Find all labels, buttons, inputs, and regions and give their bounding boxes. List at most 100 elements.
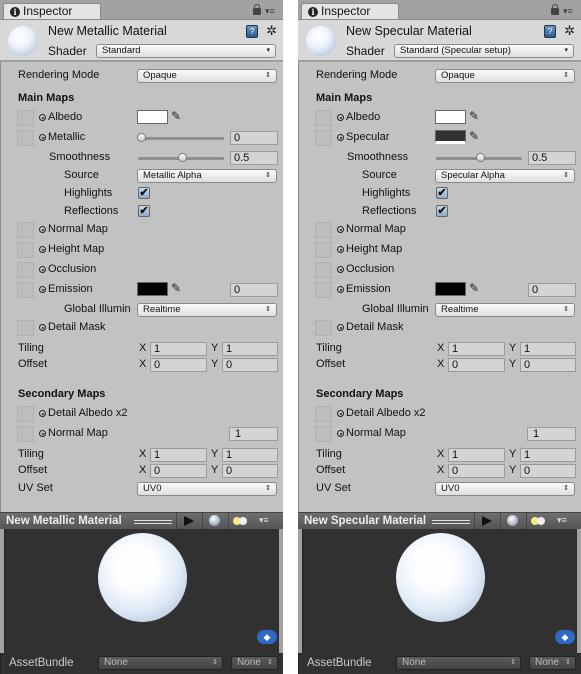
- detail-albedo-texture-slot[interactable]: [315, 406, 332, 422]
- eyedropper-icon[interactable]: ✎: [171, 109, 181, 123]
- tiling-y-field[interactable]: 1: [520, 342, 576, 356]
- asset-variant-dropdown[interactable]: None ⇕: [231, 656, 278, 670]
- object-picker-icon[interactable]: [39, 266, 46, 273]
- normal-map-texture-slot[interactable]: [17, 222, 34, 238]
- preview-resize-handle[interactable]: [432, 520, 470, 524]
- emission-value-field[interactable]: 0: [230, 283, 278, 297]
- reflections-checkbox[interactable]: ✔: [138, 205, 150, 217]
- rendering-mode-dropdown[interactable]: Opaque ⇕: [435, 69, 575, 83]
- tag-icon[interactable]: ◆: [555, 630, 575, 644]
- preview-menu-icon[interactable]: ▾≡: [557, 515, 567, 526]
- offset-y-field[interactable]: 0: [222, 358, 278, 372]
- preview-resize-handle[interactable]: [134, 520, 172, 524]
- offset-x-field[interactable]: 0: [150, 358, 207, 372]
- tiling-y-field[interactable]: 1: [222, 342, 278, 356]
- highlights-checkbox[interactable]: ✔: [138, 187, 150, 199]
- detail-albedo-texture-slot[interactable]: [17, 406, 34, 422]
- eyedropper-icon[interactable]: ✎: [469, 109, 479, 123]
- rendering-mode-dropdown[interactable]: Opaque ⇕: [137, 69, 277, 83]
- eyedropper-icon[interactable]: ✎: [469, 281, 479, 295]
- object-picker-icon[interactable]: [39, 430, 46, 437]
- object-picker-icon[interactable]: [337, 286, 344, 293]
- object-picker-icon[interactable]: [39, 226, 46, 233]
- play-button[interactable]: [176, 513, 200, 529]
- tab-inspector[interactable]: i Inspector: [301, 3, 399, 19]
- gear-icon[interactable]: ✲: [564, 23, 575, 39]
- reflections-checkbox[interactable]: ✔: [436, 205, 448, 217]
- albedo-color-swatch[interactable]: [435, 110, 466, 124]
- secondary-tiling-y-field[interactable]: 1: [520, 448, 576, 462]
- preview-light-button[interactable]: [526, 513, 550, 529]
- shader-dropdown[interactable]: Standard (Specular setup) ▾: [394, 44, 574, 58]
- asset-bundle-dropdown[interactable]: None ⇕: [396, 656, 521, 670]
- lock-icon[interactable]: [551, 4, 559, 15]
- smoothness-value-field[interactable]: 0.5: [230, 151, 278, 165]
- object-picker-icon[interactable]: [337, 246, 344, 253]
- albedo-texture-slot[interactable]: [315, 110, 332, 126]
- uv-set-dropdown[interactable]: UV0 ⇕: [137, 482, 277, 496]
- gear-icon[interactable]: ✲: [266, 23, 277, 39]
- secondary-offset-y-field[interactable]: 0: [520, 464, 576, 478]
- menu-icon[interactable]: ▾≡: [265, 6, 279, 16]
- eyedropper-icon[interactable]: ✎: [171, 281, 181, 295]
- object-picker-icon[interactable]: [39, 410, 46, 417]
- source-dropdown[interactable]: Metallic Alpha ⇕: [137, 169, 277, 183]
- object-picker-icon[interactable]: [39, 324, 46, 331]
- secondary-normal-texture-slot[interactable]: [17, 426, 34, 442]
- emission-value-field[interactable]: 0: [528, 283, 576, 297]
- object-picker-icon[interactable]: [337, 134, 344, 141]
- object-picker-icon[interactable]: [39, 114, 46, 121]
- metallic-slider-handle[interactable]: [137, 133, 146, 142]
- material-preview[interactable]: ◆: [4, 529, 279, 653]
- emission-color-swatch[interactable]: [137, 282, 168, 296]
- height-map-texture-slot[interactable]: [315, 242, 332, 258]
- asset-variant-dropdown[interactable]: None ⇕: [529, 656, 576, 670]
- tiling-x-field[interactable]: 1: [150, 342, 207, 356]
- secondary-normal-scale-field[interactable]: 1: [229, 427, 278, 441]
- emission-color-swatch[interactable]: [435, 282, 466, 296]
- detail-mask-texture-slot[interactable]: [17, 320, 34, 336]
- source-dropdown[interactable]: Specular Alpha ⇕: [435, 169, 575, 183]
- object-picker-icon[interactable]: [337, 430, 344, 437]
- secondary-tiling-x-field[interactable]: 1: [150, 448, 207, 462]
- preview-menu-icon[interactable]: ▾≡: [259, 515, 269, 526]
- occlusion-texture-slot[interactable]: [17, 262, 34, 278]
- preview-mesh-button[interactable]: [202, 513, 226, 529]
- height-map-texture-slot[interactable]: [17, 242, 34, 258]
- object-picker-icon[interactable]: [337, 114, 344, 121]
- asset-bundle-dropdown[interactable]: None ⇕: [98, 656, 223, 670]
- metallic-slider[interactable]: [138, 137, 224, 140]
- secondary-offset-y-field[interactable]: 0: [222, 464, 278, 478]
- offset-y-field[interactable]: 0: [520, 358, 576, 372]
- offset-x-field[interactable]: 0: [448, 358, 505, 372]
- shader-dropdown[interactable]: Standard ▾: [96, 44, 276, 58]
- smoothness-value-field[interactable]: 0.5: [528, 151, 576, 165]
- normal-map-texture-slot[interactable]: [315, 222, 332, 238]
- highlights-checkbox[interactable]: ✔: [436, 187, 448, 199]
- second-texture-slot[interactable]: [315, 130, 332, 146]
- object-picker-icon[interactable]: [39, 246, 46, 253]
- preview-light-button[interactable]: [228, 513, 252, 529]
- tab-inspector[interactable]: i Inspector: [3, 3, 101, 19]
- specular-color-swatch[interactable]: [435, 130, 466, 144]
- second-texture-slot[interactable]: [17, 130, 34, 146]
- object-picker-icon[interactable]: [39, 134, 46, 141]
- detail-mask-texture-slot[interactable]: [315, 320, 332, 336]
- smoothness-slider-handle[interactable]: [177, 153, 187, 162]
- eyedropper-icon[interactable]: ✎: [469, 129, 479, 143]
- metallic-value-field[interactable]: 0: [230, 131, 278, 145]
- emission-texture-slot[interactable]: [315, 282, 332, 298]
- secondary-normal-texture-slot[interactable]: [315, 426, 332, 442]
- lock-icon[interactable]: [253, 4, 261, 15]
- tag-icon[interactable]: ◆: [257, 630, 277, 644]
- object-picker-icon[interactable]: [337, 410, 344, 417]
- material-preview[interactable]: ◆: [302, 529, 577, 653]
- albedo-texture-slot[interactable]: [17, 110, 34, 126]
- global-illumination-dropdown[interactable]: Realtime ⇕: [435, 303, 575, 317]
- help-icon[interactable]: ?: [246, 25, 258, 38]
- secondary-normal-scale-field[interactable]: 1: [527, 427, 576, 441]
- secondary-offset-x-field[interactable]: 0: [448, 464, 505, 478]
- albedo-color-swatch[interactable]: [137, 110, 168, 124]
- object-picker-icon[interactable]: [337, 266, 344, 273]
- smoothness-slider-handle[interactable]: [475, 153, 485, 162]
